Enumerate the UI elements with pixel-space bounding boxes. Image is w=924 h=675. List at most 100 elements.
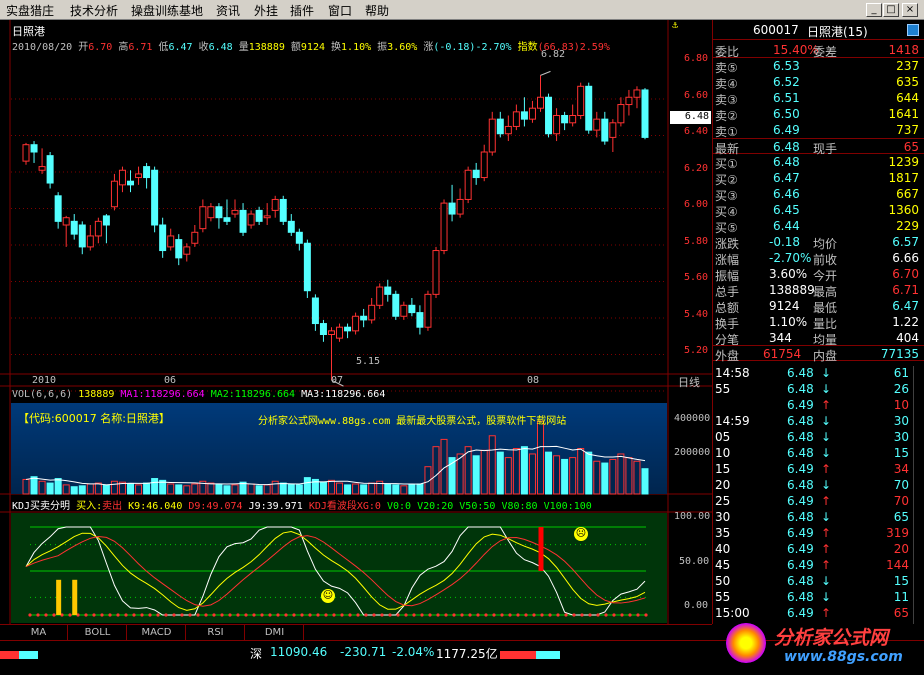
kdj-dot [92, 613, 96, 617]
tab-dmi[interactable]: DMI [246, 625, 304, 641]
candle-body [127, 180, 135, 186]
volume-bar [408, 484, 416, 495]
buy-signal-bar [72, 579, 78, 615]
kdj-dot [172, 613, 176, 617]
candle-body [569, 115, 577, 124]
volume-bar [400, 485, 408, 495]
chg-label: 涨 [423, 42, 434, 53]
price-axis-label: 6.60 [684, 89, 709, 101]
candle-body [295, 231, 303, 244]
tick-row: 50 6.48 ↓ 15 [713, 573, 924, 589]
weibi-value: 15.40% [773, 43, 819, 57]
kdj-dot [420, 613, 424, 617]
kdj-dot [324, 613, 328, 617]
volume-bar [504, 457, 512, 495]
candle-body [231, 209, 239, 215]
tick-price: 6.49 [787, 398, 814, 412]
tick-time: 45 [715, 558, 731, 572]
tick-volume: 10 [893, 398, 909, 412]
menu-bangzhu[interactable]: 帮助 [365, 2, 389, 19]
kdj-dot [108, 613, 112, 617]
order-row: 卖⑤ 6.53 237 [713, 58, 924, 75]
kdj-axis-100: 100.00 [674, 511, 711, 522]
candle-body [54, 195, 62, 222]
kdj-dot [588, 613, 592, 617]
left-mini-bar [0, 651, 38, 659]
tick-price: 6.49 [787, 558, 814, 572]
open-value: 6.70 [88, 42, 113, 53]
candle-body [199, 206, 207, 230]
menu-chuangkou[interactable]: 窗口 [328, 2, 352, 19]
down-arrow-icon: ↓ [821, 574, 832, 588]
panel-code: 600017 [753, 23, 799, 37]
kdj-dot [580, 613, 584, 617]
index-percent: -2.04% [392, 645, 435, 659]
watermark-code: 【代码:600017 名称:日照港】 [18, 412, 170, 425]
menu-zixun[interactable]: 资讯 [216, 2, 240, 19]
outer-inner-row: 外盘 61754 内盘 77135 [713, 345, 924, 363]
candle-body [553, 115, 561, 135]
volume-bar [577, 448, 585, 495]
kline-chart[interactable] [0, 20, 712, 624]
stat-value: 6.57 [892, 235, 919, 249]
close-button[interactable]: × [902, 3, 918, 17]
candle-body [512, 111, 520, 127]
menu-jishufenxi[interactable]: 技术分析 [70, 2, 118, 19]
kdj-k: K9:46.040 [128, 501, 183, 512]
menu-shipanliezhuang[interactable]: 实盘猎庄 [6, 2, 54, 19]
tick-row: 40 6.49 ↑ 20 [713, 541, 924, 557]
smiley-icon: ☺ [321, 589, 335, 603]
candle-body [223, 217, 231, 222]
tick-price: 6.48 [787, 446, 814, 460]
kdj-sell: 卖出 [102, 501, 123, 512]
tab-rsi[interactable]: RSI [187, 625, 245, 641]
kdj-dot [516, 613, 520, 617]
candle-body [183, 246, 191, 255]
stat-value: 6.70 [892, 267, 919, 281]
menu-caopan[interactable]: 操盘训练基地 [131, 2, 203, 19]
tick-price: 6.48 [787, 366, 814, 380]
down-arrow-icon: ↓ [821, 478, 832, 492]
menu-chajian[interactable]: 插件 [290, 2, 314, 19]
kdj-dot [132, 613, 136, 617]
logo: 分析家公式网 www.88gs.com [722, 619, 922, 675]
period-label[interactable]: 日线 [678, 374, 700, 390]
price-axis-label: 5.20 [684, 345, 709, 356]
idx-label: 指数 [517, 42, 538, 53]
volume-bar [344, 484, 352, 495]
tick-volume: 70 [893, 478, 909, 492]
candle-body [585, 85, 593, 131]
volume-bar [135, 484, 143, 495]
high-value: 6.71 [128, 42, 153, 53]
volume-bar [295, 484, 303, 495]
candle-body [545, 96, 553, 135]
restore-button[interactable]: □ [883, 3, 899, 17]
chg-value: (-0.18)-2.70% [433, 42, 512, 53]
panel-menu-icon[interactable] [907, 24, 919, 36]
turn-value: 1.10% [341, 42, 372, 53]
menu-waigua[interactable]: 外挂 [254, 2, 278, 19]
minimize-button[interactable]: _ [866, 3, 882, 17]
menu-bar: 实盘猎庄 技术分析 操盘训练基地 资讯 外挂 插件 窗口 帮助 _ □ × [0, 0, 924, 20]
candle-body [488, 118, 496, 153]
candle-body [464, 169, 472, 200]
stock-name-label: 日照港 [12, 25, 45, 38]
kdj-dot [252, 613, 256, 617]
tick-time: 50 [715, 574, 731, 588]
volume-bar [231, 484, 239, 495]
up-arrow-icon: ↑ [821, 542, 832, 556]
candle-body [191, 231, 199, 244]
candle-body [360, 315, 368, 321]
inner-value: 77135 [880, 347, 919, 361]
tab-ma[interactable]: MA [10, 625, 68, 641]
kdj-dot [548, 613, 552, 617]
volume-bar [609, 458, 617, 495]
tab-macd[interactable]: MACD [128, 625, 186, 641]
order-row: 买⑤ 6.44 229 [713, 218, 924, 235]
stat-value: 3.60% [769, 267, 808, 281]
kdj-v0: V0:0 [387, 501, 412, 512]
tick-time: 15 [715, 462, 731, 476]
kdj-dot [460, 613, 464, 617]
tab-boll[interactable]: BOLL [69, 625, 127, 641]
tick-scrollbar[interactable] [913, 366, 924, 624]
